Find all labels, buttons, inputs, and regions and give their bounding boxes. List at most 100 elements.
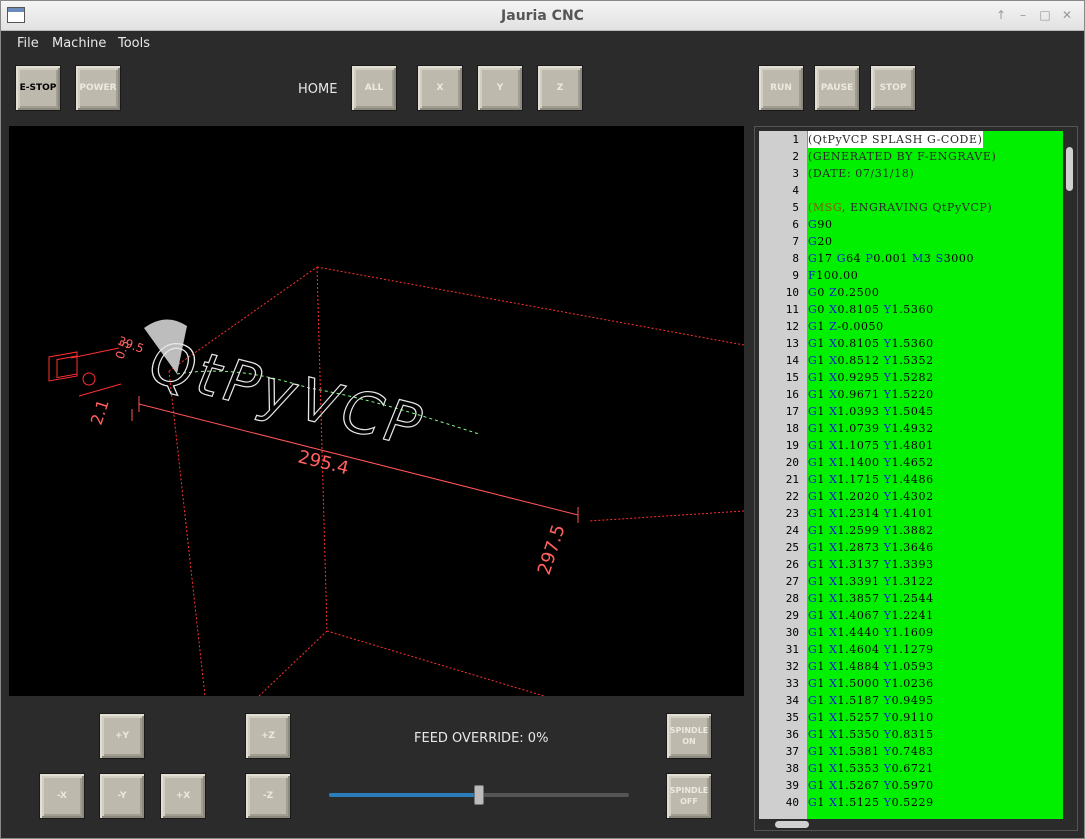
spindle-on-button[interactable]: SPINDLE ON: [666, 713, 712, 759]
gcode-line[interactable]: G1 X1.5267 Y0.5970: [808, 777, 934, 794]
gcode-line-number: 11: [785, 303, 799, 316]
minimize-icon[interactable]: –: [1014, 6, 1032, 24]
gcode-line[interactable]: G1 X1.4067 Y1.2241: [808, 607, 934, 624]
engraving-preview: QtPyVCP: [138, 329, 436, 460]
pause-button[interactable]: PAUSE: [814, 65, 860, 111]
gcode-line[interactable]: (QtPyVCP SPLASH G-CODE): [808, 131, 983, 148]
close-icon[interactable]: ✕: [1058, 6, 1076, 24]
gcode-line[interactable]: G1 X1.2873 Y1.3646: [808, 539, 934, 556]
gcode-line[interactable]: F100.00: [808, 267, 858, 284]
jog-minus-x-button[interactable]: -X: [39, 773, 85, 819]
gcode-line-number: 14: [785, 354, 799, 367]
gcode-line[interactable]: G1 X1.0393 Y1.5045: [808, 403, 934, 420]
power-button[interactable]: POWER: [75, 65, 121, 111]
height-dimension: 2.1: [87, 397, 113, 427]
title-bar: Jauria CNC ↑ – □ ✕: [1, 1, 1084, 31]
jog-plus-y-button[interactable]: +Y: [99, 713, 145, 759]
gcode-line[interactable]: G1 X1.0739 Y1.4932: [808, 420, 934, 437]
gcode-line[interactable]: G0 X0.8105 Y1.5360: [808, 301, 934, 318]
gcode-line-number: 5: [792, 201, 799, 214]
gcode-line-number: 31: [785, 643, 799, 656]
gcode-3d-viewer[interactable]: 295.4 297.5 2.1 39.5 0.5 QtPyVCP: [9, 126, 744, 696]
horizontal-scroll-thumb[interactable]: [775, 821, 809, 828]
menu-tools[interactable]: Tools: [118, 36, 150, 51]
gcode-line-number: 3: [792, 167, 799, 180]
gcode-line[interactable]: G1 X0.8105 Y1.5360: [808, 335, 934, 352]
gcode-line-number: 19: [785, 439, 799, 452]
gcode-text[interactable]: (QtPyVCP SPLASH G-CODE) (GENERATED BY F-E…: [807, 131, 1063, 819]
gcode-line[interactable]: G1 Z-0.0050: [808, 318, 884, 335]
gcode-line[interactable]: G1 X1.2020 Y1.4302: [808, 488, 934, 505]
feed-override-slider[interactable]: [329, 783, 629, 807]
slider-fill: [329, 793, 479, 797]
gcode-line-number: 15: [785, 371, 799, 384]
gcode-line[interactable]: G0 Z0.2500: [808, 284, 879, 301]
gcode-line-number: 35: [785, 711, 799, 724]
gcode-line-number: 39: [785, 779, 799, 792]
gcode-line[interactable]: G1 X1.4604 Y1.1279: [808, 641, 934, 658]
estop-button[interactable]: E-STOP: [15, 65, 61, 111]
menu-file[interactable]: File: [17, 36, 39, 51]
gcode-editor[interactable]: 1 2 3 4 5 6 7 8 9 10 11 12 13 14 15 16 17 18 19 20 21 22 23 24 2…: [754, 126, 1078, 831]
gcode-line-number: 13: [785, 337, 799, 350]
gcode-line[interactable]: (GENERATED BY F-ENGRAVE): [808, 148, 996, 165]
gcode-line[interactable]: G17 G64 P0.001 M3 S3000: [808, 250, 974, 267]
gcode-line[interactable]: (MSG, ENGRAVING QtPyVCP): [808, 199, 992, 216]
stop-button[interactable]: STOP: [870, 65, 916, 111]
gcode-line[interactable]: G1 X1.4884 Y1.0593: [808, 658, 934, 675]
gcode-line[interactable]: G1 X1.3137 Y1.3393: [808, 556, 934, 573]
gcode-line[interactable]: (DATE: 07/31/18): [808, 165, 914, 182]
gcode-line-number: 37: [785, 745, 799, 758]
gcode-line[interactable]: G1 X1.5381 Y0.7483: [808, 743, 934, 760]
gcode-line[interactable]: G1 X1.1400 Y1.4652: [808, 454, 934, 471]
gcode-vertical-scrollbar[interactable]: [1065, 145, 1074, 815]
gcode-line[interactable]: G1 X1.5257 Y0.9110: [808, 709, 934, 726]
menu-machine[interactable]: Machine: [52, 36, 106, 51]
machine-origin-marker: [48, 347, 122, 397]
gcode-line[interactable]: G1 X1.5350 Y0.8315: [808, 726, 934, 743]
gcode-line-number: 24: [785, 524, 799, 537]
vertical-scroll-thumb[interactable]: [1066, 147, 1073, 191]
gcode-line[interactable]: G1 X1.5000 Y1.0236: [808, 675, 934, 692]
gcode-line-number: 16: [785, 388, 799, 401]
jog-minus-z-button[interactable]: -Z: [245, 773, 291, 819]
home-x-button[interactable]: X: [417, 65, 463, 111]
gcode-line[interactable]: G1 X0.9295 Y1.5282: [808, 369, 934, 386]
gcode-line[interactable]: G1 X0.9671 Y1.5220: [808, 386, 934, 403]
gcode-horizontal-scrollbar[interactable]: [773, 821, 1045, 829]
gcode-line-number: 21: [785, 473, 799, 486]
keep-above-icon[interactable]: ↑: [992, 6, 1010, 24]
slider-handle[interactable]: [474, 785, 484, 805]
gcode-line[interactable]: G1 X1.3391 Y1.3122: [808, 573, 934, 590]
gcode-line[interactable]: G1 X1.5353 Y0.6721: [808, 760, 934, 777]
gcode-line[interactable]: G1 X1.1715 Y1.4486: [808, 471, 934, 488]
gcode-line-number: 28: [785, 592, 799, 605]
gcode-line[interactable]: G20: [808, 233, 833, 250]
gcode-line-number: 12: [785, 320, 799, 333]
jog-plus-z-button[interactable]: +Z: [245, 713, 291, 759]
gcode-line-number: 27: [785, 575, 799, 588]
gcode-line[interactable]: G1 X1.4440 Y1.1609: [808, 624, 934, 641]
gcode-line-number: 38: [785, 762, 799, 775]
depth-dimension: 297.5: [534, 522, 570, 577]
maximize-icon[interactable]: □: [1036, 6, 1054, 24]
gcode-line[interactable]: G1 X1.3857 Y1.2544: [808, 590, 934, 607]
gcode-line[interactable]: G1 X0.8512 Y1.5352: [808, 352, 934, 369]
gcode-line-number: 23: [785, 507, 799, 520]
feed-override-label: FEED OVERRIDE: 0%: [414, 731, 549, 746]
gcode-line[interactable]: G1 X1.2599 Y1.3882: [808, 522, 934, 539]
home-y-button[interactable]: Y: [477, 65, 523, 111]
gcode-line[interactable]: G1 X1.2314 Y1.4101: [808, 505, 934, 522]
window-title: Jauria CNC: [501, 8, 584, 24]
home-all-button[interactable]: ALL: [351, 65, 397, 111]
gcode-line[interactable]: G1 X1.1075 Y1.4801: [808, 437, 934, 454]
spindle-off-button[interactable]: SPINDLE OFF: [666, 773, 712, 819]
home-z-button[interactable]: Z: [537, 65, 583, 111]
gcode-line[interactable]: G1 X1.5125 Y0.5229: [808, 794, 934, 811]
jog-plus-x-button[interactable]: +X: [160, 773, 206, 819]
run-button[interactable]: RUN: [758, 65, 804, 111]
gcode-line[interactable]: G90: [808, 216, 833, 233]
gcode-line[interactable]: G1 X1.5187 Y0.9495: [808, 692, 934, 709]
gcode-line-number: 10: [785, 286, 799, 299]
jog-minus-y-button[interactable]: -Y: [99, 773, 145, 819]
